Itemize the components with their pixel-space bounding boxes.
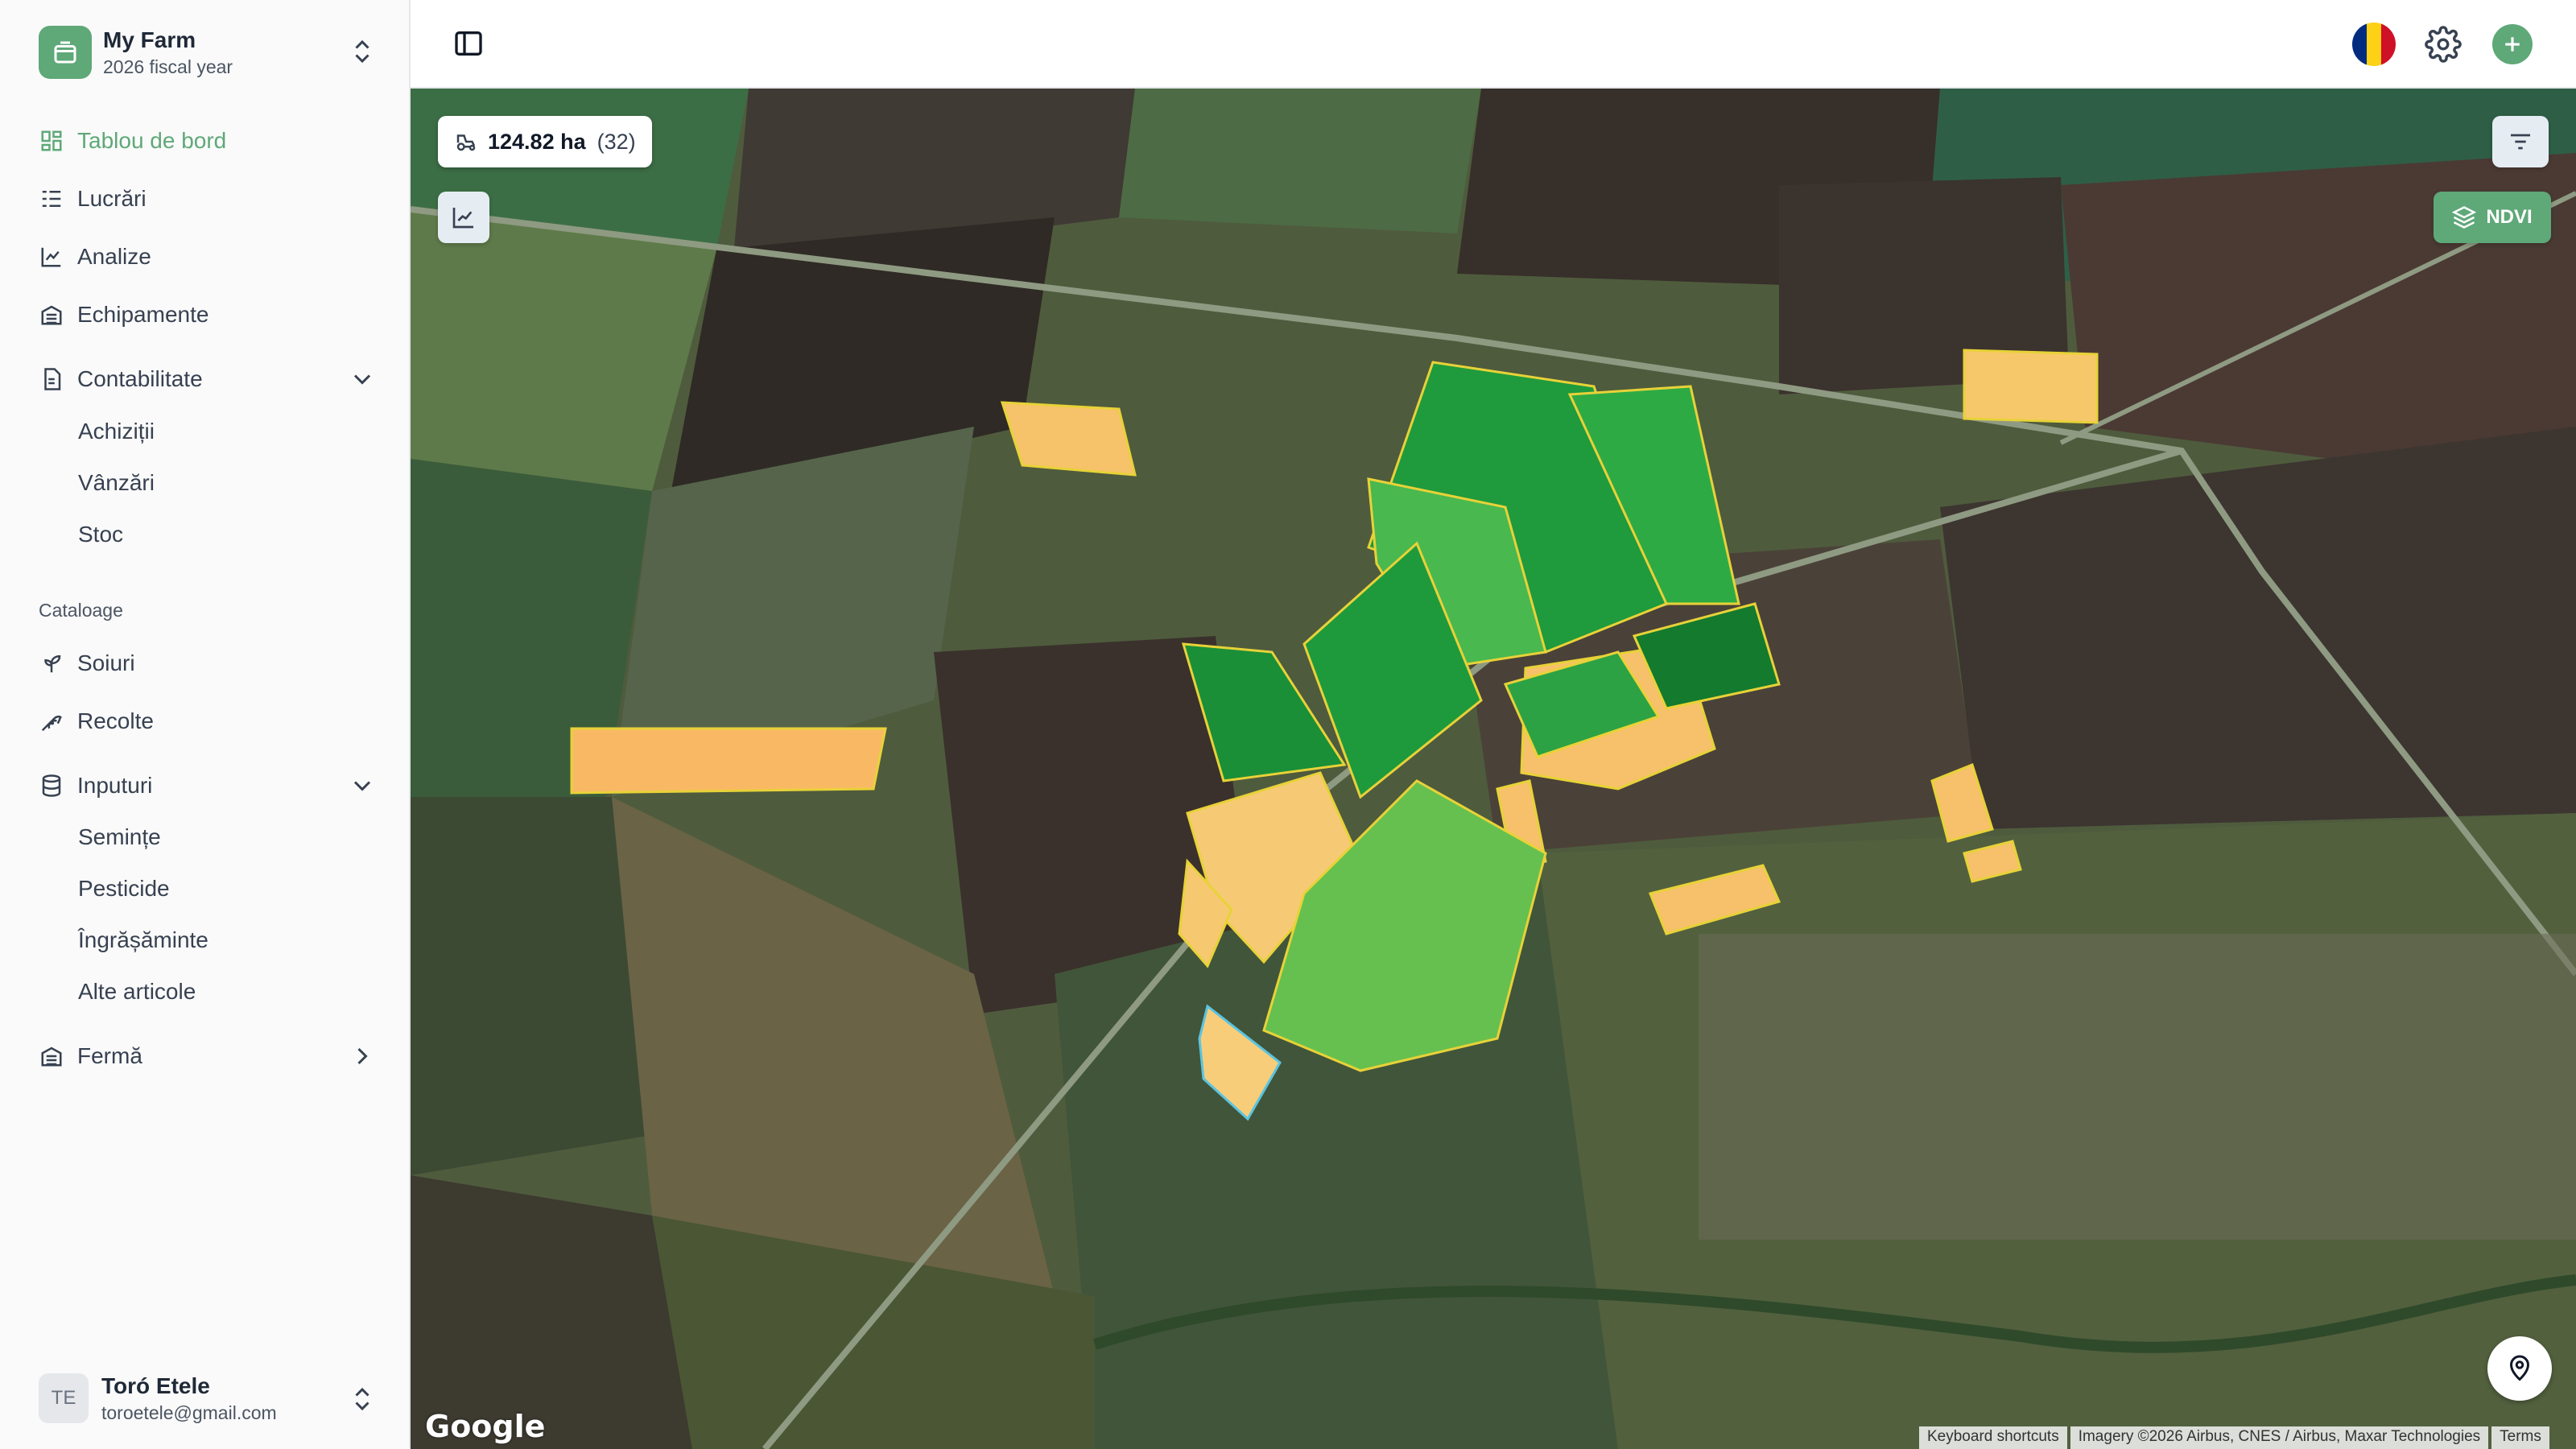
location-icon <box>2509 1355 2530 1381</box>
nav-dashboard-label: Tablou de bord <box>77 128 227 153</box>
nav-purchases[interactable]: Achiziții <box>78 411 155 452</box>
nav-accounting-label: Contabilitate <box>77 366 203 391</box>
sidebar: My Farm 2026 fiscal year Tablou de bord … <box>0 0 411 1449</box>
nav-equipment-label: Echipamente <box>77 302 209 327</box>
nav-farm-label: Fermă <box>77 1043 142 1068</box>
nav-inputs-label: Inputuri <box>77 773 153 798</box>
farm-subtitle: 2026 fiscal year <box>103 56 233 77</box>
chevron-down-icon <box>353 374 371 385</box>
nav-works-label: Lucrări <box>77 186 147 211</box>
catalogs-section-title: Cataloage <box>39 600 123 621</box>
avatar: TE <box>39 1373 89 1423</box>
nav-sales[interactable]: Vânzări <box>78 463 155 503</box>
nav-harvests-label: Recolte <box>77 708 154 733</box>
ndvi-layer-button[interactable]: NDVI <box>2434 192 2551 243</box>
romania-flag-icon[interactable] <box>2352 23 2396 66</box>
field-count: (32) <box>597 129 636 154</box>
nav-farm[interactable]: Fermă <box>39 1034 377 1079</box>
nav-works[interactable]: Lucrări <box>39 176 377 221</box>
nav-analyses[interactable]: Analize <box>39 234 377 279</box>
chevrons-updown-icon <box>355 1387 369 1411</box>
nav-inputs[interactable]: Inputuri <box>39 763 377 808</box>
nav-harvests[interactable]: Recolte <box>39 699 377 744</box>
map-attribution: Keyboard shortcuts Imagery ©2026 Airbus,… <box>1916 1426 2549 1449</box>
wheat-icon <box>39 708 64 734</box>
locate-button[interactable] <box>2487 1336 2552 1401</box>
gear-icon[interactable] <box>2425 26 2462 63</box>
map-imagery <box>411 89 2576 1449</box>
plus-icon <box>2505 37 2520 52</box>
sidebar-toggle-icon[interactable] <box>452 27 485 60</box>
chevrons-updown-icon <box>355 39 369 64</box>
building-icon <box>39 302 64 328</box>
database-icon <box>39 773 64 799</box>
area-summary-chip[interactable]: 124.82 ha (32) <box>438 116 652 167</box>
list-icon <box>39 186 64 212</box>
keyboard-shortcuts-link[interactable]: Keyboard shortcuts <box>1919 1426 2067 1449</box>
satellite-map[interactable]: 124.82 ha (32) NDVI Google Keyboard shor… <box>411 89 2576 1449</box>
terms-link[interactable]: Terms <box>2491 1426 2549 1449</box>
chevron-right-icon <box>357 1047 368 1065</box>
document-icon <box>39 366 64 392</box>
nav-stock[interactable]: Stoc <box>78 514 123 555</box>
google-logo: Google <box>425 1409 546 1444</box>
dashboard-icon <box>39 128 64 154</box>
nav-analyses-label: Analize <box>77 244 151 269</box>
farm-logo-icon <box>39 26 92 79</box>
chart-icon <box>452 208 473 229</box>
filter-icon <box>2511 134 2530 150</box>
top-bar <box>411 0 2576 89</box>
farm-name: My Farm <box>103 27 196 52</box>
farm-switcher[interactable]: My Farm 2026 fiscal year <box>39 24 377 80</box>
nav-fertilizers[interactable]: Îngrășăminte <box>78 920 208 960</box>
chevron-down-icon <box>353 781 371 791</box>
imagery-credit: Imagery ©2026 Airbus, CNES / Airbus, Max… <box>2070 1426 2489 1449</box>
user-email: toroetele@gmail.com <box>101 1402 277 1423</box>
building-icon <box>39 1043 64 1069</box>
tractor-icon <box>456 134 476 151</box>
user-name: Toró Etele <box>101 1373 210 1398</box>
nav-equipment[interactable]: Echipamente <box>39 292 377 337</box>
total-area: 124.82 ha <box>488 129 586 154</box>
nav-accounting[interactable]: Contabilitate <box>39 357 377 402</box>
nav-varieties[interactable]: Soiuri <box>39 641 377 686</box>
filter-button[interactable] <box>2492 116 2549 167</box>
layers-icon <box>2452 206 2477 229</box>
chart-icon <box>39 244 64 270</box>
add-button[interactable] <box>2492 24 2533 64</box>
chart-toggle-button[interactable] <box>438 192 489 243</box>
nav-other-items[interactable]: Alte articole <box>78 972 196 1012</box>
nav-varieties-label: Soiuri <box>77 650 135 675</box>
user-menu[interactable]: TE Toró Etele toroetele@gmail.com <box>39 1368 377 1428</box>
sprout-icon <box>39 650 64 676</box>
nav-pesticides[interactable]: Pesticide <box>78 869 170 909</box>
nav-dashboard[interactable]: Tablou de bord <box>39 118 377 163</box>
nav-seeds[interactable]: Semințe <box>78 817 161 857</box>
ndvi-label: NDVI <box>2486 206 2533 228</box>
